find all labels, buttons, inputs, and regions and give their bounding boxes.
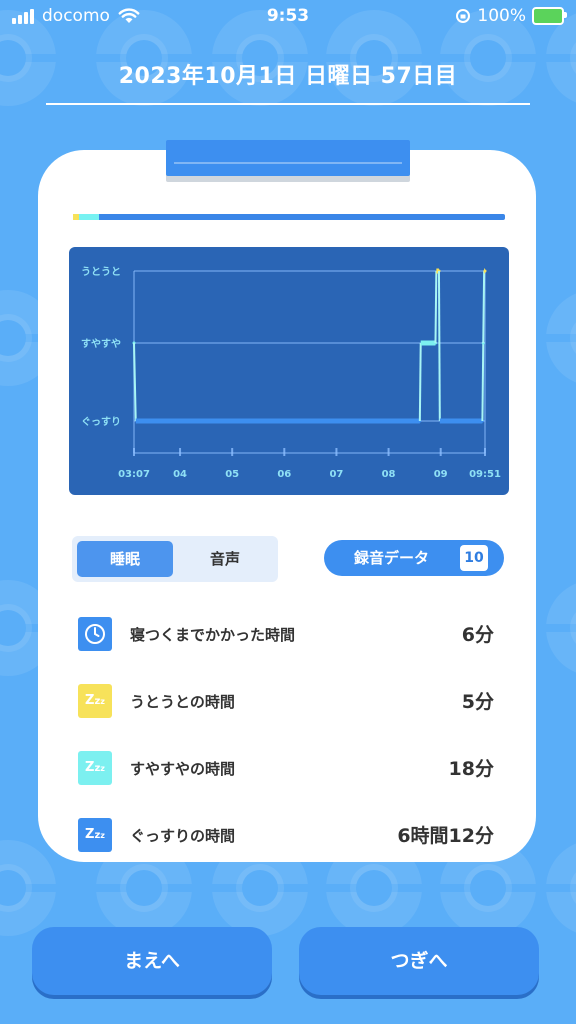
stat-row-deep-sleep: Zzz ぐっすりの時間 6時間12分	[78, 817, 498, 853]
page-title: 2023年10月1日 日曜日 57日目	[118, 64, 458, 89]
stat-row-light-sleep: Zzz すやすやの時間 18分	[78, 750, 498, 786]
x-tick-label: 09	[434, 469, 448, 480]
tab-sound[interactable]: 音声	[177, 541, 273, 577]
card-clip	[166, 140, 410, 176]
stat-value: 18分	[448, 758, 494, 780]
orientation-lock-icon	[456, 9, 471, 23]
progress-segment-light	[79, 214, 99, 220]
sleep-point	[483, 269, 487, 273]
status-bar: docomo 9:53 100%	[0, 0, 576, 34]
sleep-chart: うとうとすやすやぐっすり 03:07 04 05 06 07 08 09 09:51	[69, 247, 509, 495]
battery-percent: 100%	[477, 6, 526, 26]
x-tick-label: 04	[173, 469, 187, 480]
stat-row-fall-asleep: 寝つくまでかかった時間 6分	[78, 616, 498, 652]
previous-button[interactable]: まえへ	[32, 927, 272, 995]
sleep-transition	[481, 342, 485, 422]
battery-icon	[532, 7, 567, 25]
next-button[interactable]: つぎへ	[299, 927, 539, 995]
stat-value: 6分	[461, 624, 494, 646]
stat-label: ぐっすりの時間	[130, 827, 236, 845]
x-tick-label: 09:51	[469, 469, 501, 480]
title-divider	[46, 103, 530, 105]
x-tick-label: 05	[225, 469, 239, 480]
x-tick-label: 03:07	[118, 469, 150, 480]
stat-label: うとうとの時間	[130, 693, 235, 711]
stat-label: すやすやの時間	[130, 760, 236, 778]
view-toggle: 睡眠 音声	[72, 536, 278, 582]
stat-row-doze: Zzz うとうとの時間 5分	[78, 683, 498, 719]
clock-icon	[78, 617, 112, 651]
y-axis-label: うとうと	[81, 266, 121, 278]
sleep-transition	[482, 270, 486, 344]
zzz-icon: Zzz	[78, 751, 112, 785]
stat-value: 6時間12分	[397, 825, 494, 847]
recording-data-button[interactable]: 録音データ 10	[324, 540, 504, 576]
sleep-progress-strip	[73, 214, 505, 220]
y-axis-label: ぐっすり	[81, 416, 121, 428]
zzz-icon: Zzz	[78, 818, 112, 852]
sleep-transition	[434, 270, 438, 344]
x-tick-label: 06	[277, 469, 291, 480]
zzz-icon: Zzz	[78, 684, 112, 718]
x-tick-label: 07	[329, 469, 343, 480]
sleep-transition	[418, 342, 422, 422]
stat-value: 5分	[461, 691, 494, 713]
sleep-transition	[437, 270, 441, 422]
tab-sleep[interactable]: 睡眠	[77, 541, 173, 577]
stat-label: 寝つくまでかかった時間	[130, 626, 296, 644]
recording-data-label: 録音データ	[354, 549, 430, 567]
recording-count-badge: 10	[460, 545, 488, 571]
sleep-chart-svg: うとうとすやすやぐっすり 03:07 04 05 06 07 08 09 09:51	[81, 266, 501, 480]
y-axis-label: すやすや	[81, 338, 121, 350]
x-tick-label: 08	[382, 469, 396, 480]
